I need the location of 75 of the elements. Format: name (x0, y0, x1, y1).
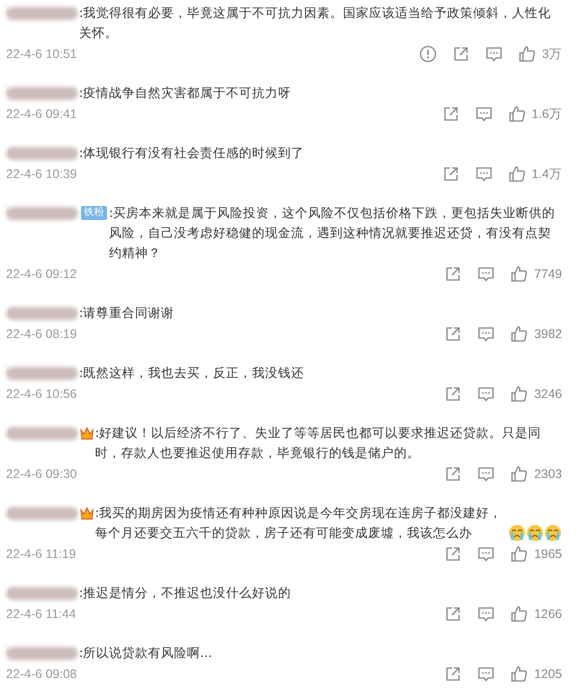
share-button[interactable] (442, 165, 460, 183)
crying-emoji-icon (544, 524, 562, 542)
share-button[interactable] (444, 385, 462, 403)
reply-button[interactable] (477, 385, 496, 403)
like-button[interactable]: 1.4万 (508, 165, 562, 183)
blurred-username (6, 586, 78, 600)
comment-text: :好建议！以后经济不行了、失业了等等居民也都可以要求推迟还贷款。只是同时，存款人也要推迟使用存款，毕竟银行的钱是储户的。 (95, 424, 542, 462)
reply-button[interactable] (477, 605, 496, 623)
comment-text: :体现银行有没有社会责任感的时候到了 (79, 144, 304, 162)
like-button[interactable]: 3246 (510, 385, 562, 403)
blurred-username (6, 366, 78, 380)
comment-time: 22-4-6 10:56 (6, 387, 78, 401)
thumbs-up-icon (518, 45, 536, 63)
reply-button[interactable] (477, 325, 496, 343)
share-button[interactable] (444, 665, 462, 683)
thumbs-up-icon (510, 665, 528, 683)
blurred-username (6, 206, 78, 220)
thumbs-up-icon (510, 465, 528, 483)
share-button[interactable] (444, 325, 462, 343)
like-button[interactable]: 1205 (510, 665, 562, 683)
reply-button[interactable] (474, 165, 493, 183)
comment-text: :我买的期房因为疫情还有种种原因说是今年交房现在连房子都没建好，每个月还要交五六千的贷款，房子还有可能变成废墟，我该怎么办 (95, 504, 504, 542)
reply-button[interactable] (474, 105, 493, 123)
blurred-username (6, 6, 78, 20)
like-button[interactable]: 1965 (510, 545, 562, 563)
share-button[interactable] (442, 105, 460, 123)
like-button[interactable]: 1.6万 (508, 105, 562, 123)
comment-text: :请尊重合同谢谢 (79, 304, 174, 322)
comment-text: :我觉得很有必要，毕竟这属于不可抗力因素。国家应该适当给予政策倾斜，人性化关怀。 (79, 4, 552, 42)
blurred-username (6, 426, 78, 440)
blurred-username (6, 86, 78, 100)
comment-time: 22-4-6 11:19 (6, 547, 77, 561)
blurred-username (6, 506, 78, 520)
comment-text: :疫情战争自然灾害都属于不可抗力呀 (79, 84, 292, 102)
thumbs-up-icon (508, 165, 526, 183)
like-button[interactable]: 7749 (510, 265, 562, 283)
like-button[interactable]: 3982 (510, 325, 562, 343)
like-button[interactable]: 2303 (510, 465, 562, 483)
blurred-username (6, 146, 78, 160)
blurred-username (6, 306, 78, 320)
reply-button[interactable] (477, 545, 496, 563)
share-button[interactable] (444, 545, 462, 563)
comment-time: 22-4-6 11:44 (6, 607, 77, 621)
comment-time: 22-4-6 08:19 (6, 327, 78, 341)
thumbs-up-icon (510, 605, 528, 623)
comment-time: 22-4-6 09:30 (6, 467, 78, 481)
share-button[interactable] (444, 265, 462, 283)
thumbs-up-icon (510, 545, 528, 563)
comment-time: 22-4-6 09:12 (6, 267, 78, 281)
thumbs-up-icon (508, 105, 526, 123)
share-button[interactable] (444, 465, 462, 483)
share-button[interactable] (444, 605, 462, 623)
share-button[interactable] (452, 45, 470, 63)
blurred-username (6, 646, 78, 660)
like-button[interactable]: 3万 (518, 45, 562, 63)
comment-text: :买房本来就是属于风险投资，这个风险不仅包括价格下跌，更包括失业断供的风险，自己没考虑好稳健的现金流，遇到这种情况就要推迟还贷，有没有点契约精神？ (109, 204, 556, 262)
thumbs-up-icon (510, 385, 528, 403)
fan-badge: 铁粉 (81, 206, 107, 220)
reply-button[interactable] (485, 45, 504, 63)
thumbs-up-icon (510, 325, 528, 343)
comment-time: 22-4-6 09:41 (6, 107, 78, 121)
comment-text: :推迟是情分，不推迟也没什么好说的 (79, 584, 292, 602)
thumbs-up-icon (510, 265, 528, 283)
crying-emoji-icon (508, 524, 526, 542)
comment-time: 22-4-6 10:51 (6, 47, 78, 61)
comment-text: :所以说贷款有风险啊... (79, 644, 212, 662)
reply-button[interactable] (477, 665, 496, 683)
like-button[interactable]: 1266 (510, 605, 562, 623)
comment-time: 22-4-6 09:08 (6, 667, 78, 681)
reply-button[interactable] (477, 265, 496, 283)
comment-text: :既然这样，我也去买，反正，我没钱还 (79, 364, 304, 382)
comment-time: 22-4-6 10:39 (6, 167, 78, 181)
reply-button[interactable] (477, 465, 496, 483)
crying-emoji-icon (526, 524, 544, 542)
report-button[interactable] (419, 45, 438, 63)
